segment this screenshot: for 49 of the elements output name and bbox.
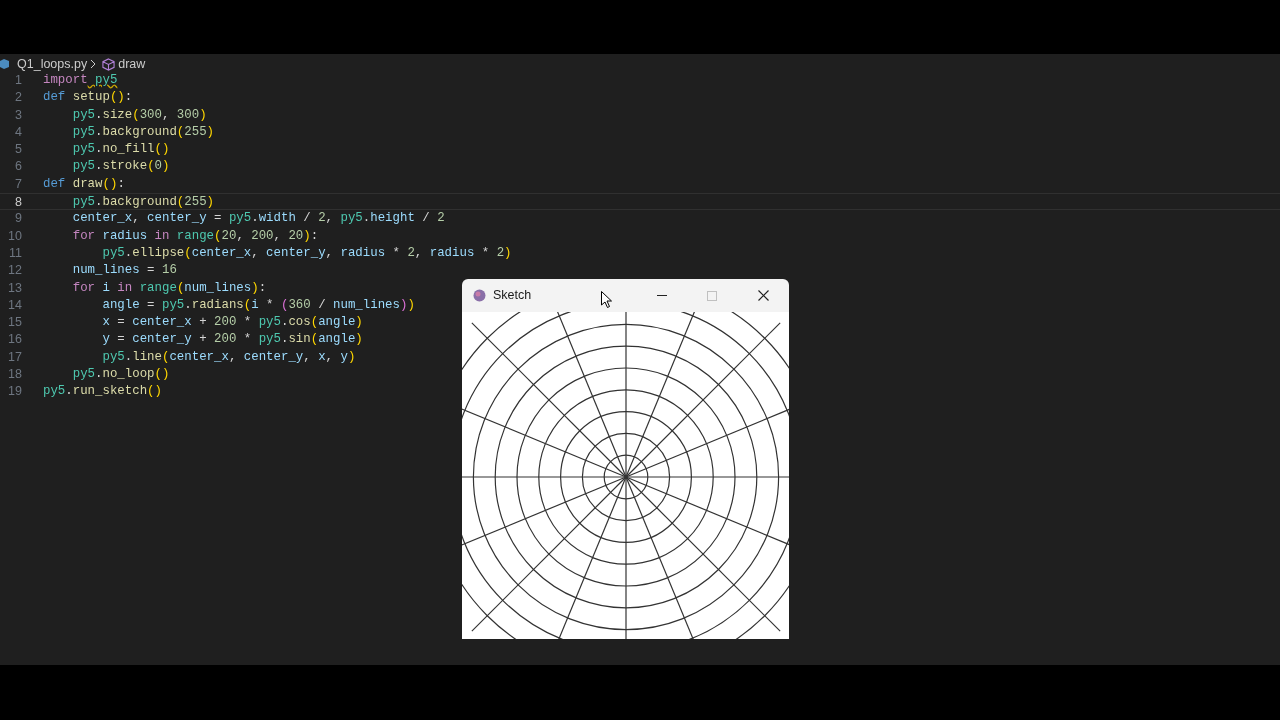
line-number: 5	[14, 141, 22, 159]
line-number: 10	[7, 227, 22, 245]
code-line: py5.background(255)	[71, 194, 215, 210]
code-line: for i in range(num_lines):	[71, 279, 267, 297]
code-line: py5.line(center_x, center_y, x, y)	[101, 348, 356, 366]
code-line: for radius in range(20, 200, 20):	[71, 227, 319, 245]
code-line: py5.background(255)	[71, 123, 215, 141]
line-number: 1	[14, 72, 22, 89]
close-icon	[757, 290, 769, 301]
line-number: 9	[14, 210, 22, 228]
code-line: num_lines = 16	[71, 262, 177, 280]
code-line: import py5	[43, 72, 118, 89]
line-number: 12	[7, 262, 22, 280]
code-line: def draw():	[43, 175, 125, 193]
code-line: py5.run_sketch()	[43, 383, 162, 401]
maximize-icon	[707, 290, 717, 301]
code-line: def setup():	[43, 89, 133, 107]
code-line: py5.size(300, 300)	[71, 106, 207, 124]
breadcrumb-file[interactable]: Q1_loops.py	[17, 54, 88, 74]
line-number: 6	[14, 158, 22, 176]
code-line: center_x, center_y = py5.width / 2, py5.height / 2	[71, 210, 445, 228]
cube-icon	[102, 57, 116, 71]
line-number: 2	[14, 89, 22, 107]
line-number: 15	[7, 314, 22, 332]
code-line: x = center_x + 200 * py5.cos(angle)	[101, 314, 363, 332]
line-number: 16	[7, 331, 22, 349]
line-number: 11	[8, 244, 22, 262]
line-number: 4	[14, 123, 22, 141]
minimize-icon	[657, 295, 667, 296]
line-number: 17	[7, 348, 22, 366]
code-line: py5.no_loop()	[71, 366, 170, 384]
code-line: py5.ellipse(center_x, center_y, radius * 2, radius * 2)	[101, 244, 512, 262]
code-line: py5.stroke(0)	[71, 158, 170, 176]
app-icon	[473, 289, 486, 302]
chevron-icon	[90, 59, 97, 69]
python-file-icon	[0, 59, 9, 69]
line-number: 13	[7, 279, 22, 297]
line-number: 3	[14, 106, 22, 124]
line-number: 18	[7, 366, 22, 384]
line-number: 14	[7, 296, 22, 314]
line-number: 19	[7, 383, 22, 401]
code-line: py5.no_fill()	[71, 141, 170, 159]
pointer-cursor-icon	[601, 291, 612, 308]
line-number: 7	[14, 175, 22, 193]
code-line: y = center_y + 200 * py5.sin(angle)	[101, 331, 363, 349]
breadcrumb-symbol[interactable]: draw	[118, 54, 146, 74]
window-title: Sketch	[493, 287, 532, 305]
line-number: 8	[14, 194, 22, 210]
code-line: angle = py5.radians(i * (360 / num_lines))	[101, 296, 415, 314]
